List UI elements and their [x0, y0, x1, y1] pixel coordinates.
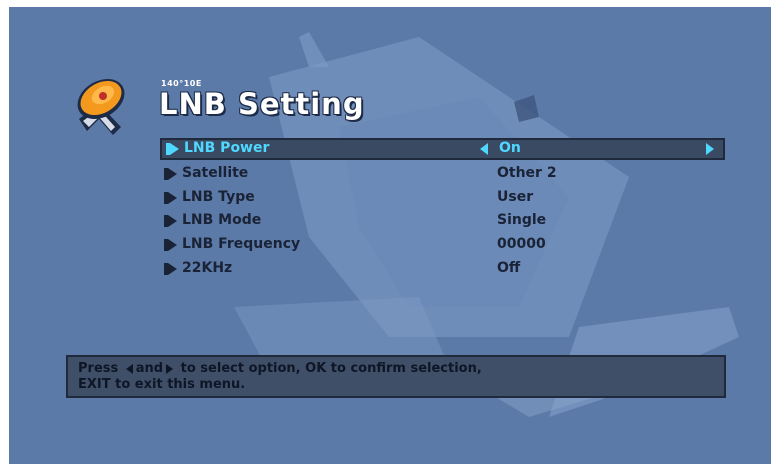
play-arrow-icon [164, 239, 177, 251]
menu-item-22khz[interactable]: 22KHz Off [160, 258, 725, 280]
help-text-and: and [135, 361, 164, 376]
left-arrow-icon [125, 363, 133, 374]
help-text: Press and to select option, OK to confir… [78, 361, 718, 393]
menu-item-value: 00000 [497, 236, 546, 252]
menu-item-lnb-power[interactable]: LNB Power On [160, 138, 725, 160]
menu-item-value: Off [497, 260, 521, 276]
menu-item-label: LNB Mode [182, 212, 262, 228]
right-arrow-icon[interactable] [706, 143, 714, 155]
menu-item-label: LNB Type [182, 189, 255, 205]
left-arrow-icon[interactable] [480, 143, 488, 155]
menu-item-lnb-type[interactable]: LNB Type User [160, 187, 725, 209]
menu-item-value: User [497, 189, 534, 205]
play-arrow-icon [166, 143, 179, 155]
right-arrow-icon [166, 363, 174, 374]
menu-item-value: Other 2 [497, 165, 557, 181]
menu-item-satellite[interactable]: Satellite Other 2 [160, 163, 725, 185]
help-text-exit: EXIT to exit this menu. [78, 377, 246, 392]
menu-item-label: Satellite [182, 165, 249, 181]
help-text-press: Press [78, 361, 119, 376]
page-title: LNB Setting [159, 87, 365, 121]
help-text-instruction: to select option, OK to confirm selectio… [180, 361, 482, 376]
menu-item-label: 22KHz [182, 260, 233, 276]
tv-screen: 140°10E LNB Setting LNB Power On Satelli… [9, 7, 771, 464]
menu-item-lnb-mode[interactable]: LNB Mode Single [160, 210, 725, 232]
menu-item-lnb-frequency[interactable]: LNB Frequency 00000 [160, 234, 725, 256]
menu-item-value: Single [497, 212, 547, 228]
satellite-dish-icon [77, 79, 125, 135]
help-bar: Press and to select option, OK to confir… [66, 355, 726, 398]
menu-item-label: LNB Power [184, 140, 270, 156]
play-arrow-icon [164, 192, 177, 204]
play-arrow-icon [164, 263, 177, 275]
menu-item-label: LNB Frequency [182, 236, 301, 252]
play-arrow-icon [164, 215, 177, 227]
menu-item-value[interactable]: On [499, 140, 521, 156]
play-arrow-icon [164, 168, 177, 180]
